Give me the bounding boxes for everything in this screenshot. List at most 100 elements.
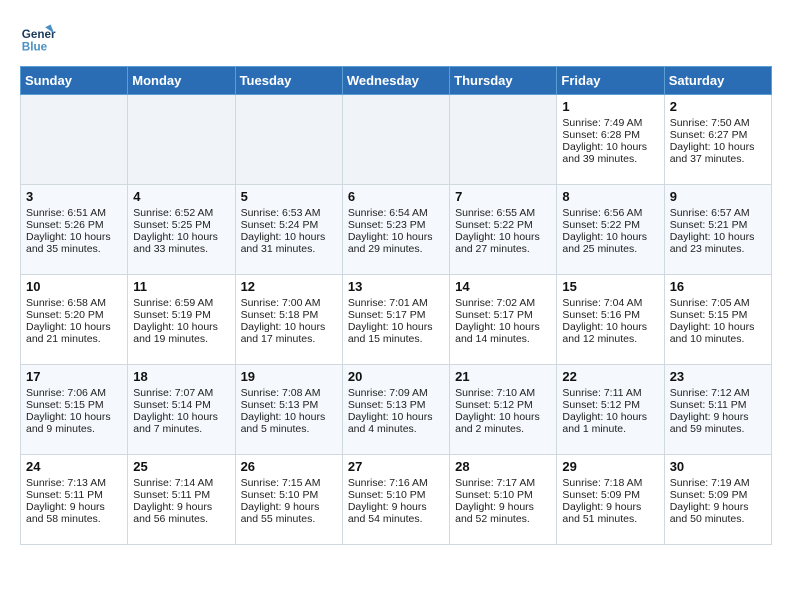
day-number: 22 bbox=[562, 369, 658, 384]
calendar-body: 1Sunrise: 7:49 AMSunset: 6:28 PMDaylight… bbox=[21, 95, 772, 545]
sunrise-text: Sunrise: 7:12 AM bbox=[670, 387, 766, 399]
sunset-text: Sunset: 5:22 PM bbox=[455, 219, 551, 231]
day-number: 14 bbox=[455, 279, 551, 294]
calendar-cell: 5Sunrise: 6:53 AMSunset: 5:24 PMDaylight… bbox=[235, 185, 342, 275]
calendar-cell: 18Sunrise: 7:07 AMSunset: 5:14 PMDayligh… bbox=[128, 365, 235, 455]
day-number: 10 bbox=[26, 279, 122, 294]
sunset-text: Sunset: 5:09 PM bbox=[562, 489, 658, 501]
sunset-text: Sunset: 5:21 PM bbox=[670, 219, 766, 231]
daylight-text: Daylight: 9 hours and 50 minutes. bbox=[670, 501, 766, 525]
sunrise-text: Sunrise: 7:08 AM bbox=[241, 387, 337, 399]
sunset-text: Sunset: 5:12 PM bbox=[455, 399, 551, 411]
daylight-text: Daylight: 9 hours and 52 minutes. bbox=[455, 501, 551, 525]
sunset-text: Sunset: 5:17 PM bbox=[348, 309, 444, 321]
header-row: SundayMondayTuesdayWednesdayThursdayFrid… bbox=[21, 67, 772, 95]
sunrise-text: Sunrise: 6:53 AM bbox=[241, 207, 337, 219]
calendar-cell: 10Sunrise: 6:58 AMSunset: 5:20 PMDayligh… bbox=[21, 275, 128, 365]
sunset-text: Sunset: 5:11 PM bbox=[670, 399, 766, 411]
sunrise-text: Sunrise: 7:15 AM bbox=[241, 477, 337, 489]
sunrise-text: Sunrise: 7:49 AM bbox=[562, 117, 658, 129]
day-number: 5 bbox=[241, 189, 337, 204]
day-number: 8 bbox=[562, 189, 658, 204]
day-number: 7 bbox=[455, 189, 551, 204]
daylight-text: Daylight: 10 hours and 1 minute. bbox=[562, 411, 658, 435]
calendar-cell: 22 Sunrise: 7:11 AMSunset: 5:12 PMDayligh… bbox=[557, 365, 664, 455]
sunrise-text: Sunrise: 7:18 AM bbox=[562, 477, 658, 489]
sunrise-text: Sunrise: 7:01 AM bbox=[348, 297, 444, 309]
daylight-text: Daylight: 10 hours and 37 minutes. bbox=[670, 141, 766, 165]
week-row-4: 17Sunrise: 7:06 AMSunset: 5:15 PMDayligh… bbox=[21, 365, 772, 455]
day-number: 12 bbox=[241, 279, 337, 294]
day-number: 6 bbox=[348, 189, 444, 204]
day-number: 15 bbox=[562, 279, 658, 294]
day-number: 21 bbox=[455, 369, 551, 384]
sunrise-text: Sunrise: 6:56 AM bbox=[562, 207, 658, 219]
calendar-cell: 1Sunrise: 7:49 AMSunset: 6:28 PMDaylight… bbox=[557, 95, 664, 185]
logo: General Blue bbox=[20, 20, 56, 56]
calendar-cell: 30Sunrise: 7:19 AMSunset: 5:09 PMDayligh… bbox=[664, 455, 771, 545]
calendar-cell bbox=[235, 95, 342, 185]
daylight-text: Daylight: 10 hours and 25 minutes. bbox=[562, 231, 658, 255]
day-number: 23 bbox=[670, 369, 766, 384]
calendar-cell: 8Sunrise: 6:56 AMSunset: 5:22 PMDaylight… bbox=[557, 185, 664, 275]
day-number: 19 bbox=[241, 369, 337, 384]
daylight-text: Daylight: 10 hours and 7 minutes. bbox=[133, 411, 229, 435]
daylight-text: Daylight: 10 hours and 4 minutes. bbox=[348, 411, 444, 435]
day-number: 24 bbox=[26, 459, 122, 474]
sunset-text: Sunset: 6:28 PM bbox=[562, 129, 658, 141]
daylight-text: Daylight: 9 hours and 51 minutes. bbox=[562, 501, 658, 525]
header-cell-friday: Friday bbox=[557, 67, 664, 95]
daylight-text: Daylight: 9 hours and 59 minutes. bbox=[670, 411, 766, 435]
calendar-cell bbox=[21, 95, 128, 185]
day-number: 4 bbox=[133, 189, 229, 204]
week-row-1: 1Sunrise: 7:49 AMSunset: 6:28 PMDaylight… bbox=[21, 95, 772, 185]
calendar-cell: 25Sunrise: 7:14 AMSunset: 5:11 PMDayligh… bbox=[128, 455, 235, 545]
daylight-text: Daylight: 10 hours and 5 minutes. bbox=[241, 411, 337, 435]
sunrise-text: Sunrise: 7:11 AM bbox=[562, 387, 658, 399]
calendar-cell: 27Sunrise: 7:16 AMSunset: 5:10 PMDayligh… bbox=[342, 455, 449, 545]
calendar-cell: 2 Sunrise: 7:50 AMSunset: 6:27 PMDaylight… bbox=[664, 95, 771, 185]
daylight-text: Daylight: 10 hours and 10 minutes. bbox=[670, 321, 766, 345]
day-number: 27 bbox=[348, 459, 444, 474]
sunset-text: Sunset: 5:12 PM bbox=[562, 399, 658, 411]
sunrise-text: Sunrise: 6:59 AM bbox=[133, 297, 229, 309]
daylight-text: Daylight: 10 hours and 15 minutes. bbox=[348, 321, 444, 345]
sunset-text: Sunset: 5:25 PM bbox=[133, 219, 229, 231]
daylight-text: Daylight: 10 hours and 27 minutes. bbox=[455, 231, 551, 255]
day-number: 28 bbox=[455, 459, 551, 474]
calendar-cell: 6Sunrise: 6:54 AMSunset: 5:23 PMDaylight… bbox=[342, 185, 449, 275]
sunrise-text: Sunrise: 6:51 AM bbox=[26, 207, 122, 219]
calendar-cell: 4Sunrise: 6:52 AMSunset: 5:25 PMDaylight… bbox=[128, 185, 235, 275]
sunrise-text: Sunrise: 7:50 AM bbox=[670, 117, 766, 129]
week-row-3: 10Sunrise: 6:58 AMSunset: 5:20 PMDayligh… bbox=[21, 275, 772, 365]
week-row-5: 24Sunrise: 7:13 AMSunset: 5:11 PMDayligh… bbox=[21, 455, 772, 545]
daylight-text: Daylight: 9 hours and 55 minutes. bbox=[241, 501, 337, 525]
sunset-text: Sunset: 5:13 PM bbox=[348, 399, 444, 411]
day-number: 11 bbox=[133, 279, 229, 294]
calendar-cell: 16Sunrise: 7:05 AMSunset: 5:15 PMDayligh… bbox=[664, 275, 771, 365]
day-number: 2 bbox=[670, 99, 766, 114]
calendar-cell: 13Sunrise: 7:01 AMSunset: 5:17 PMDayligh… bbox=[342, 275, 449, 365]
sunset-text: Sunset: 5:13 PM bbox=[241, 399, 337, 411]
sunrise-text: Sunrise: 6:54 AM bbox=[348, 207, 444, 219]
sunset-text: Sunset: 5:18 PM bbox=[241, 309, 337, 321]
sunset-text: Sunset: 5:10 PM bbox=[241, 489, 337, 501]
sunset-text: Sunset: 6:27 PM bbox=[670, 129, 766, 141]
sunset-text: Sunset: 5:09 PM bbox=[670, 489, 766, 501]
calendar-cell: 17Sunrise: 7:06 AMSunset: 5:15 PMDayligh… bbox=[21, 365, 128, 455]
daylight-text: Daylight: 9 hours and 58 minutes. bbox=[26, 501, 122, 525]
sunset-text: Sunset: 5:19 PM bbox=[133, 309, 229, 321]
calendar-cell: 26Sunrise: 7:15 AMSunset: 5:10 PMDayligh… bbox=[235, 455, 342, 545]
sunset-text: Sunset: 5:15 PM bbox=[26, 399, 122, 411]
calendar-cell: 9Sunrise: 6:57 AMSunset: 5:21 PMDaylight… bbox=[664, 185, 771, 275]
day-number: 17 bbox=[26, 369, 122, 384]
sunrise-text: Sunrise: 7:07 AM bbox=[133, 387, 229, 399]
calendar-cell: 29Sunrise: 7:18 AMSunset: 5:09 PMDayligh… bbox=[557, 455, 664, 545]
calendar-cell: 15Sunrise: 7:04 AMSunset: 5:16 PMDayligh… bbox=[557, 275, 664, 365]
page-header: General Blue bbox=[20, 20, 772, 56]
svg-text:Blue: Blue bbox=[22, 41, 48, 54]
daylight-text: Daylight: 10 hours and 39 minutes. bbox=[562, 141, 658, 165]
sunrise-text: Sunrise: 7:17 AM bbox=[455, 477, 551, 489]
sunrise-text: Sunrise: 6:57 AM bbox=[670, 207, 766, 219]
day-number: 25 bbox=[133, 459, 229, 474]
